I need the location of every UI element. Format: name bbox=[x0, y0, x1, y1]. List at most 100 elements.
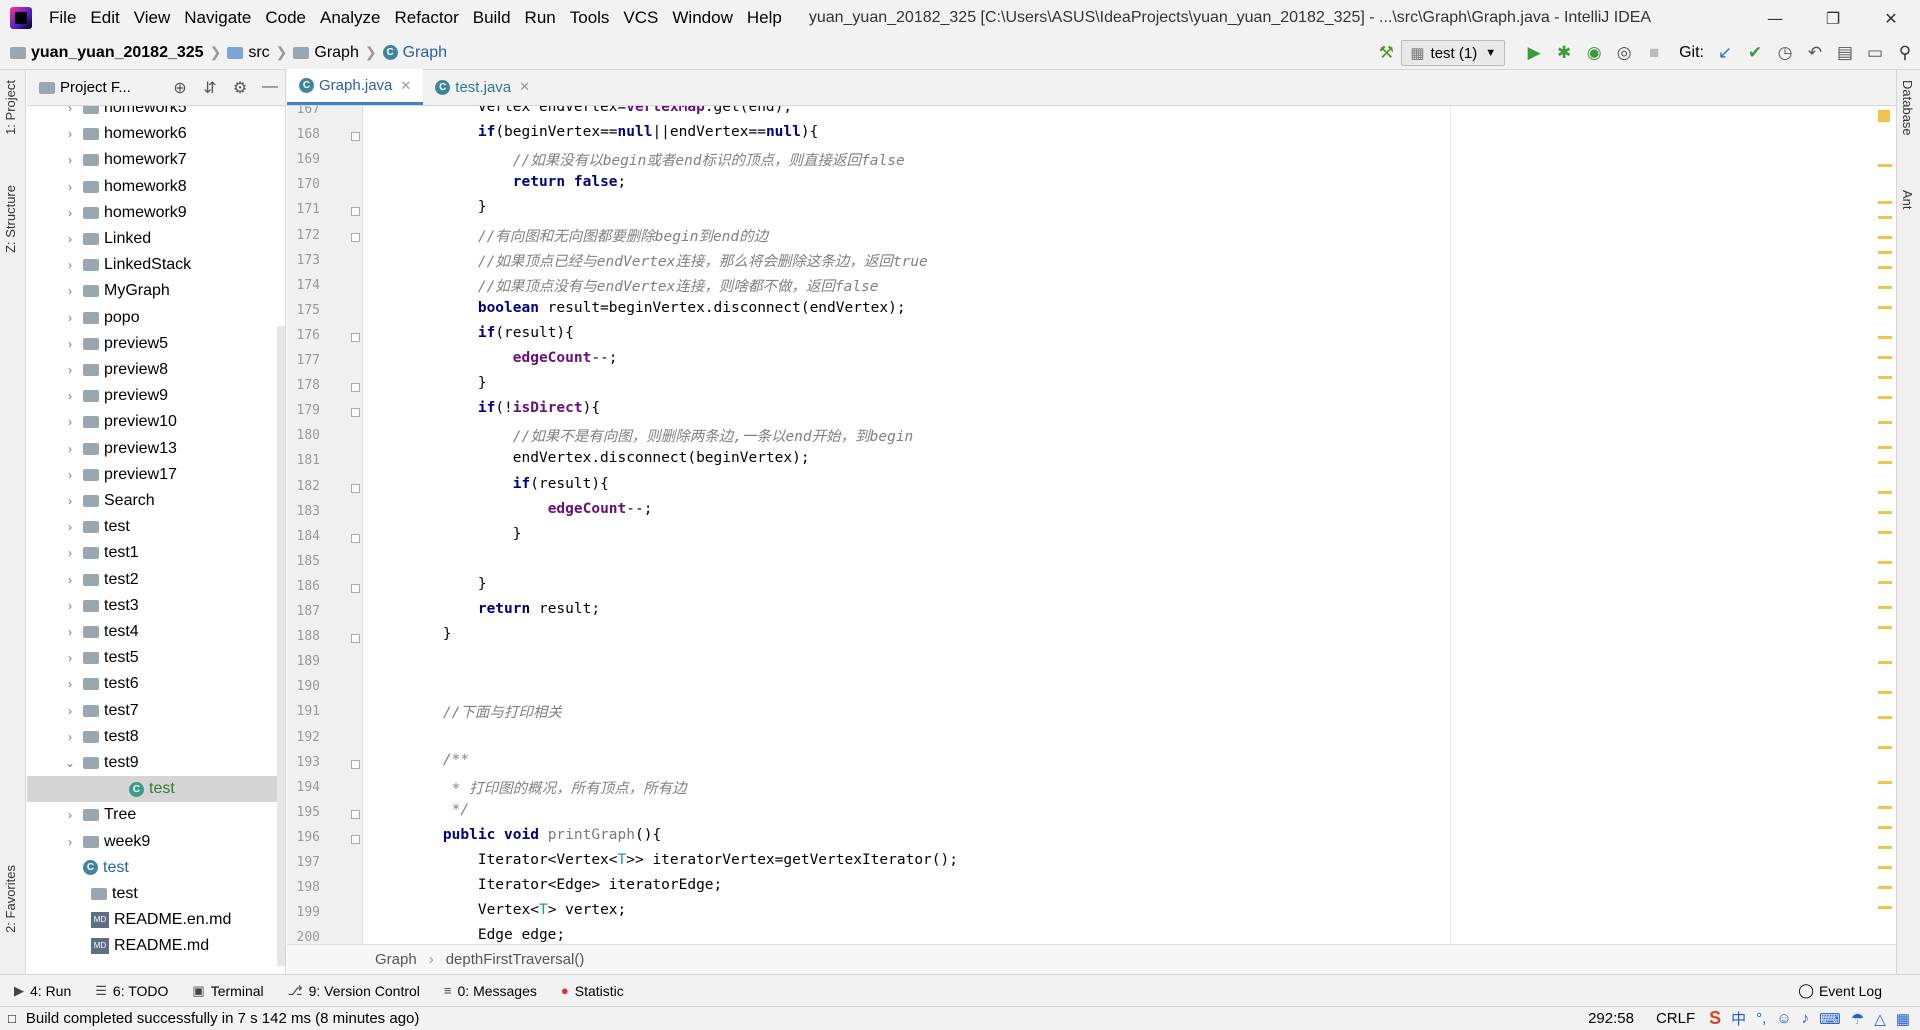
editor-breadcrumb-method[interactable]: depthFirstTraversal() bbox=[446, 951, 585, 968]
code-line[interactable]: public void printGraph(){ bbox=[408, 827, 661, 843]
ant-tool-tab[interactable]: Ant bbox=[1900, 190, 1915, 210]
collapse-all-icon[interactable]: ⇵ bbox=[195, 78, 225, 98]
code-line[interactable]: } bbox=[408, 576, 487, 592]
fold-marker-icon[interactable] bbox=[351, 583, 360, 593]
code-line[interactable]: } bbox=[408, 526, 522, 542]
folder-tree-item[interactable]: › Tree bbox=[27, 802, 282, 828]
ime-shirt-icon[interactable]: △ bbox=[1874, 1010, 1886, 1028]
warning-stripe-mark[interactable] bbox=[1878, 446, 1892, 449]
gear-icon[interactable]: ⚙ bbox=[225, 78, 255, 98]
chevron-right-icon[interactable]: › bbox=[63, 835, 77, 849]
class-tree-item[interactable]: Ctest bbox=[27, 855, 282, 881]
chevron-right-icon[interactable]: › bbox=[63, 651, 77, 665]
ime-skin-icon[interactable]: ☂ bbox=[1851, 1010, 1864, 1028]
git-update-icon[interactable]: ↙ bbox=[1710, 38, 1740, 68]
warning-stripe-mark[interactable] bbox=[1878, 286, 1892, 289]
fold-marker-icon[interactable] bbox=[351, 408, 360, 418]
folder-tree-item[interactable]: › week9 bbox=[27, 829, 282, 855]
folder-tree-item[interactable]: › MyGraph bbox=[27, 278, 282, 304]
chevron-right-icon[interactable]: › bbox=[63, 730, 77, 744]
fold-marker-icon[interactable] bbox=[351, 207, 360, 217]
chevron-right-icon[interactable]: › bbox=[63, 808, 77, 822]
status-message[interactable]: Build completed successfully in 7 s 142 … bbox=[26, 1010, 420, 1027]
code-line[interactable]: boolean result=beginVertex.disconnect(en… bbox=[408, 300, 906, 316]
tab-test-java[interactable]: Ctest.java ✕ bbox=[423, 69, 542, 105]
warning-stripe-mark[interactable] bbox=[1878, 251, 1892, 254]
profile-icon[interactable]: ◎ bbox=[1609, 38, 1639, 68]
tab-graph-java[interactable]: C Graph.java ✕ bbox=[287, 69, 424, 105]
fold-marker-icon[interactable] bbox=[351, 232, 360, 242]
hide-panel-icon[interactable]: — bbox=[255, 78, 285, 98]
code-line[interactable]: //如果没有以begin或者end标识的顶点，则直接返回false bbox=[408, 149, 905, 170]
warning-stripe-mark[interactable] bbox=[1878, 336, 1892, 339]
folder-tree-item[interactable]: › test7 bbox=[27, 698, 282, 724]
locate-icon[interactable]: ⊕ bbox=[165, 78, 195, 98]
warning-stripe-mark[interactable] bbox=[1878, 531, 1892, 534]
folder-tree-item[interactable]: › LinkedStack bbox=[27, 252, 282, 278]
menu-item-run[interactable]: Run bbox=[518, 8, 563, 28]
fold-marker-icon[interactable] bbox=[351, 533, 360, 543]
folder-tree-item[interactable]: › preview8 bbox=[27, 357, 282, 383]
warning-stripe-mark[interactable] bbox=[1878, 691, 1892, 694]
chevron-down-icon[interactable]: ⌄ bbox=[63, 756, 77, 770]
tool-window-4-run[interactable]: ▶ 4: Run bbox=[14, 983, 71, 999]
chevron-right-icon[interactable]: › bbox=[63, 258, 77, 272]
folder-tree-item[interactable]: › homework6 bbox=[27, 121, 282, 147]
folder-tree-item[interactable]: ⌄ test9 bbox=[27, 750, 282, 776]
layout-icon[interactable]: ▭ bbox=[1860, 38, 1890, 68]
stop-icon[interactable]: ■ bbox=[1639, 38, 1669, 68]
warning-stripe-mark[interactable] bbox=[1878, 626, 1892, 629]
code-line[interactable]: * 打印图的概况，所有顶点，所有边 bbox=[408, 777, 687, 798]
file-tree-item[interactable]: MD README.md bbox=[27, 933, 282, 959]
ime-keyboard-icon[interactable]: ⌨ bbox=[1819, 1010, 1841, 1028]
folder-tree-item[interactable]: › test5 bbox=[27, 645, 282, 671]
favorites-tool-tab[interactable]: 2: Favorites bbox=[3, 865, 18, 933]
tool-window-statistic[interactable]: ● Statistic bbox=[561, 983, 624, 999]
chevron-right-icon[interactable]: › bbox=[63, 494, 77, 508]
folder-tree-item[interactable]: › homework5 bbox=[27, 106, 282, 121]
folder-tree-item[interactable]: › homework7 bbox=[27, 147, 282, 173]
breadcrumb-project[interactable]: yuan_yuan_20182_325 bbox=[31, 44, 204, 62]
chevron-right-icon[interactable]: › bbox=[63, 311, 77, 325]
code-line[interactable]: endVertex.disconnect(beginVertex); bbox=[408, 450, 810, 466]
close-icon[interactable]: ✕ bbox=[1862, 0, 1920, 36]
folder-tree-item[interactable]: › preview9 bbox=[27, 383, 282, 409]
warning-stripe-mark[interactable] bbox=[1878, 886, 1892, 889]
menu-item-analyze[interactable]: Analyze bbox=[313, 8, 387, 28]
line-separator[interactable]: CRLF bbox=[1656, 1010, 1695, 1027]
warning-stripe-mark[interactable] bbox=[1878, 236, 1892, 239]
menu-item-tools[interactable]: Tools bbox=[563, 8, 617, 28]
folder-tree-item[interactable]: › homework8 bbox=[27, 174, 282, 200]
run-icon[interactable]: ▶ bbox=[1519, 38, 1549, 68]
fold-marker-icon[interactable] bbox=[351, 634, 360, 644]
chevron-right-icon[interactable]: › bbox=[63, 363, 77, 377]
chevron-right-icon[interactable]: › bbox=[63, 520, 77, 534]
folder-tree-item[interactable]: › test2 bbox=[27, 567, 282, 593]
code-line[interactable]: edgeCount--; bbox=[408, 501, 653, 517]
code-line[interactable]: Iterator<Edge> iteratorEdge; bbox=[408, 877, 722, 893]
chevron-right-icon[interactable]: › bbox=[63, 153, 77, 167]
warning-stripe-mark[interactable] bbox=[1878, 906, 1892, 909]
warning-stripe-mark[interactable] bbox=[1878, 356, 1892, 359]
chevron-right-icon[interactable]: › bbox=[63, 442, 77, 456]
code-line[interactable]: return result; bbox=[408, 601, 600, 617]
ime-grid-icon[interactable]: ▦ bbox=[1896, 1010, 1910, 1028]
fold-marker-icon[interactable] bbox=[351, 332, 360, 342]
code-line[interactable]: Edge edge; bbox=[408, 927, 565, 943]
menu-item-window[interactable]: Window bbox=[665, 8, 739, 28]
project-panel-title[interactable]: Project F... bbox=[60, 79, 131, 96]
warning-stripe-mark[interactable] bbox=[1878, 266, 1892, 269]
git-commit-icon[interactable]: ✔ bbox=[1740, 38, 1770, 68]
code-line[interactable]: Vertex<T> vertex; bbox=[408, 902, 626, 918]
close-tab-icon[interactable]: ✕ bbox=[519, 79, 530, 95]
run-config-select[interactable]: ▦ test (1) ▼ bbox=[1401, 40, 1506, 66]
folder-tree-item[interactable]: › preview17 bbox=[27, 462, 282, 488]
menu-item-file[interactable]: File bbox=[42, 8, 83, 28]
folder-tree-item[interactable]: test bbox=[27, 881, 282, 907]
ime-voice-icon[interactable]: ♪ bbox=[1802, 1010, 1810, 1027]
ime-emoji-icon[interactable]: ☺ bbox=[1776, 1010, 1791, 1027]
menu-item-code[interactable]: Code bbox=[258, 8, 313, 28]
code-line[interactable]: Vertex endVertex=vertexMap.get(end); bbox=[408, 106, 792, 115]
coverage-icon[interactable]: ◉ bbox=[1579, 38, 1609, 68]
menu-item-vcs[interactable]: VCS bbox=[616, 8, 665, 28]
